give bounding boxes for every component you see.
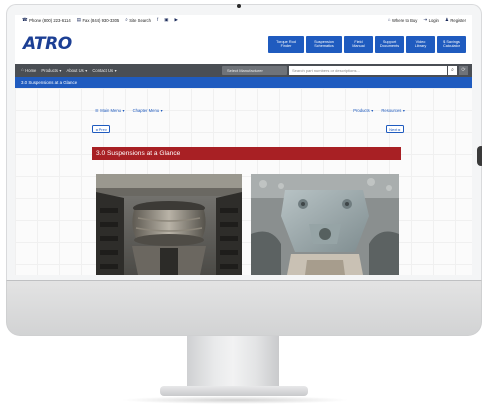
monitor-chin [6, 280, 482, 336]
chevron-down-icon: ▾ [160, 108, 163, 113]
login-icon: ⇥ [423, 17, 428, 23]
chapter-menu-link[interactable]: Chapter Menu ▾ [133, 108, 163, 113]
where-to-buy-link[interactable]: ⌂ Where to Buy [388, 18, 418, 23]
nav-home[interactable]: ⌂ Home [21, 68, 36, 73]
search-icon: ⌕ [451, 67, 454, 73]
clear-button[interactable]: ⟳ [459, 66, 468, 75]
side-handle [477, 146, 482, 166]
manual-content: ☰ Main Menu ▾ Chapter Menu ▾ Products ▾ Reso… [15, 88, 472, 275]
site-header: ATRO Torque Rod Finder Suspension Schemati… [15, 26, 472, 62]
main-nav: ⌂ Home Products ▾ About Us ▾ Contact Us ▾ Se… [15, 64, 472, 77]
video-library-button[interactable]: Video Library [406, 36, 435, 53]
imac-scene: ☎ Phone (800) 223-6114 ▤ Fax (844) 930-330… [0, 0, 482, 411]
prev-button[interactable]: ◂ Prev [92, 125, 111, 133]
facebook-link[interactable]: f [157, 18, 158, 23]
chevron-down-icon: ▾ [402, 108, 405, 113]
products-menu-link[interactable]: Products ▾ [353, 108, 373, 113]
chevron-left-icon: ◂ [95, 127, 98, 132]
site-search-link[interactable]: ⌕ Site Search [125, 18, 151, 23]
fax-icon: ▤ [76, 17, 81, 23]
camera-icon [237, 4, 241, 8]
air-spring-photo [96, 174, 242, 275]
nav-about[interactable]: About Us ▾ [67, 68, 88, 73]
store-icon: ⌂ [387, 17, 391, 23]
monitor-stand-neck [187, 336, 279, 388]
pager: ◂ Prev Next ▸ [92, 125, 404, 134]
login-link[interactable]: ⇥ Login [423, 18, 439, 23]
hanger-bracket-photo [251, 174, 399, 275]
suspension-schematics-button[interactable]: Suspension Schematics [306, 36, 342, 53]
stand-shadow [120, 396, 350, 404]
chevron-right-icon: ▸ [398, 127, 401, 132]
linkedin-link[interactable]: ▣ [164, 18, 168, 23]
user-plus-icon: ♟ [444, 17, 449, 23]
resources-menu-link[interactable]: Resources ▾ [381, 108, 405, 113]
screen: ☎ Phone (800) 223-6114 ▤ Fax (844) 930-330… [15, 15, 472, 275]
monitor-stand-foot [160, 386, 308, 396]
next-button[interactable]: Next ▸ [385, 125, 404, 133]
field-manual-button[interactable]: Field Manual [344, 36, 373, 53]
brand-logo[interactable]: ATRO [23, 34, 72, 54]
savings-calculator-button[interactable]: $ Savings Calculator [437, 36, 466, 53]
page-breadcrumb: 3.0 Suspensions at a Glance [15, 77, 472, 88]
torque-rod-finder-button[interactable]: Torque Rod Finder [268, 36, 304, 53]
manual-menu-row: ☰ Main Menu ▾ Chapter Menu ▾ Products ▾ Reso… [95, 108, 405, 116]
phone-link[interactable]: ☎ Phone (800) 223-6114 [22, 18, 71, 23]
chevron-down-icon: ▾ [371, 108, 374, 113]
refresh-icon: ⟳ [461, 67, 466, 73]
main-menu-link[interactable]: ☰ Main Menu ▾ [95, 108, 125, 113]
youtube-link[interactable]: ▶ [174, 18, 177, 23]
fax-link[interactable]: ▤ Fax (844) 930-3305 [77, 18, 120, 23]
nav-products[interactable]: Products ▾ [41, 68, 61, 73]
section-title: 3.0 Suspensions at a Glance [92, 147, 401, 160]
manufacturer-select[interactable]: Select Manufacturer [222, 66, 287, 75]
register-link[interactable]: ♟ Register [445, 18, 466, 23]
home-icon: ⌂ [21, 67, 24, 73]
linkedin-icon: ▣ [164, 17, 169, 23]
search-button[interactable]: ⌕ [448, 66, 457, 75]
chevron-down-icon: ▾ [85, 68, 88, 73]
chevron-down-icon: ▾ [114, 68, 117, 73]
search-icon: ⌕ [125, 17, 128, 23]
nav-contact[interactable]: Contact Us ▾ [92, 68, 116, 73]
youtube-icon: ▶ [174, 17, 178, 23]
list-icon: ☰ [95, 108, 99, 113]
facebook-icon: f [156, 17, 159, 23]
phone-icon: ☎ [22, 17, 28, 23]
support-documents-button[interactable]: Support Documents [375, 36, 404, 53]
chevron-down-icon: ▾ [59, 68, 62, 73]
chevron-down-icon: ▾ [122, 108, 125, 113]
part-search-input[interactable]: Search part numbers or descriptions... [289, 66, 447, 75]
utility-bar: ☎ Phone (800) 223-6114 ▤ Fax (844) 930-330… [15, 15, 472, 26]
tool-buttons: Torque Rod Finder Suspension Schematics Fi… [268, 36, 466, 53]
